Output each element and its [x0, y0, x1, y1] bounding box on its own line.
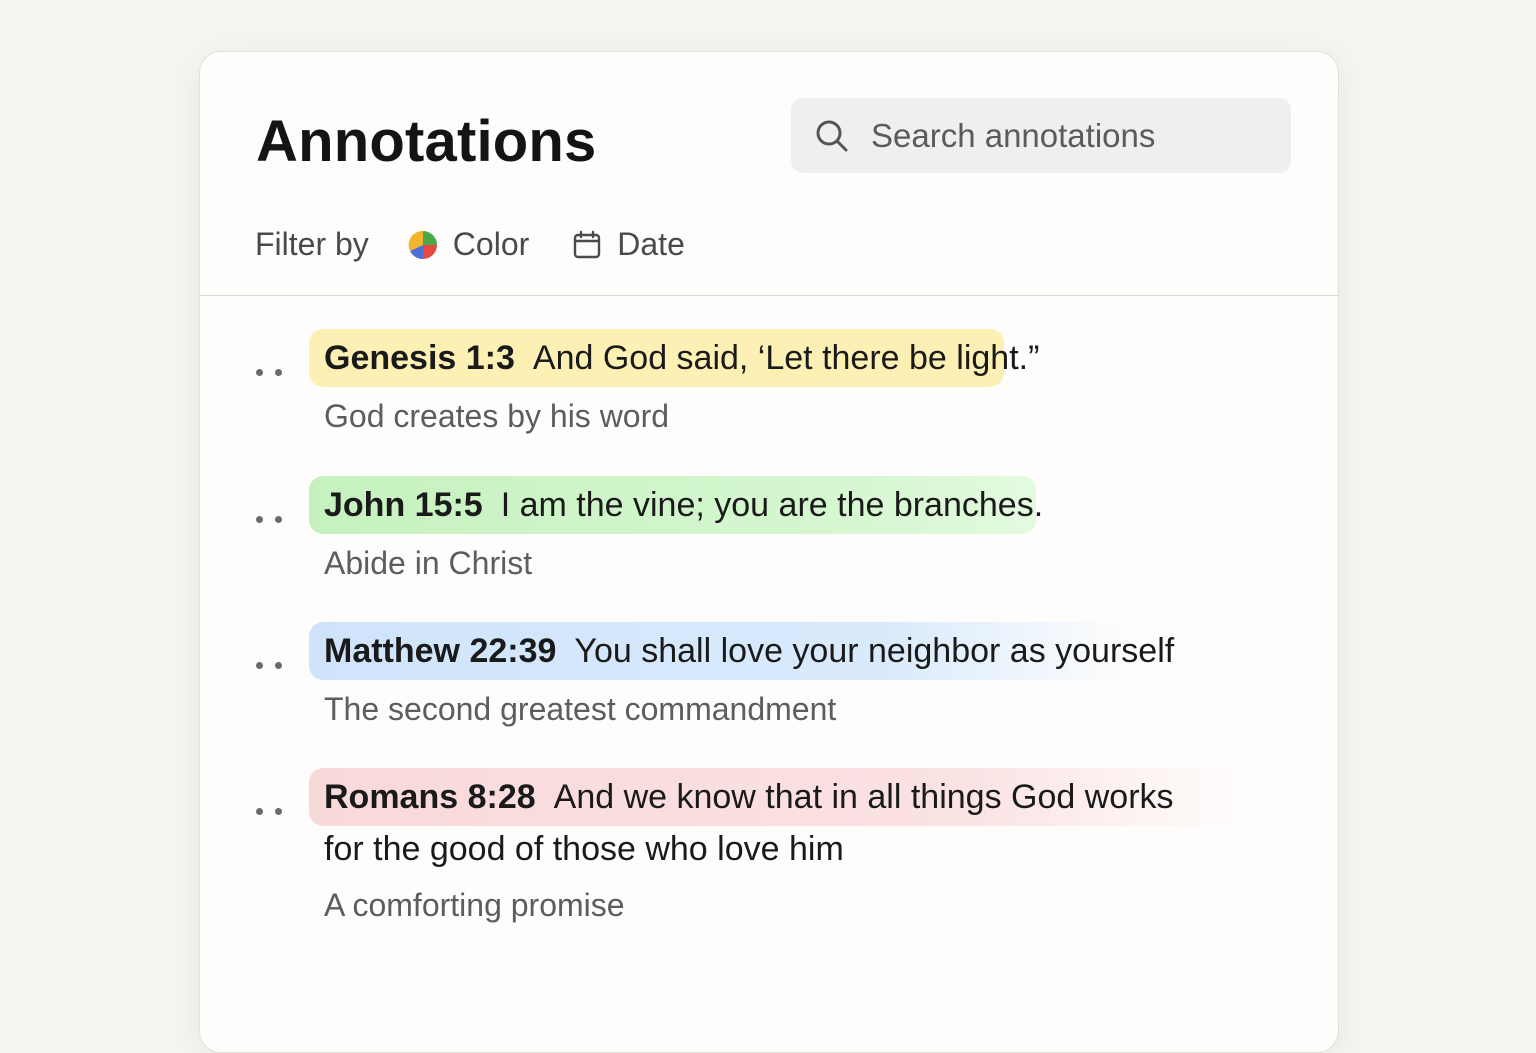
filter-color-label: Color [452, 226, 530, 262]
page-title: Annotations [256, 109, 597, 174]
verse-content: You shall love your neighbor as yourself [574, 632, 1175, 670]
verse-content: And we know that in all things God works [553, 778, 1174, 816]
panel-header: Annotations Filter by [200, 52, 1338, 296]
search-box[interactable] [791, 98, 1291, 173]
verse-text: Romans 8:28 And we know that in all thing… [324, 777, 1174, 817]
drag-handle-icon[interactable] [256, 808, 282, 818]
filter-date-button[interactable]: Date [571, 226, 685, 263]
verse-text: Genesis 1:3 And God said, ‘Let there be l… [324, 338, 1039, 378]
annotation-note: God creates by his word [324, 398, 670, 434]
verse-content: I am the vine; you are the branches. [500, 486, 1044, 524]
verse-content-continued: for the good of those who love him [324, 830, 844, 868]
color-wheel-icon [407, 229, 439, 261]
verse-reference: John 15:5 [324, 486, 483, 524]
search-icon [815, 119, 849, 153]
annotations-panel: Annotations Filter by [199, 51, 1339, 1053]
verse-reference: Romans 8:28 [324, 778, 536, 816]
search-input[interactable] [871, 116, 1271, 155]
filter-bar: Filter by Color Date [255, 226, 727, 263]
drag-handle-icon[interactable] [256, 516, 282, 526]
drag-handle-icon[interactable] [256, 662, 282, 672]
verse-text: Matthew 22:39 You shall love your neighbo… [324, 631, 1174, 671]
verse-text: John 15:5 I am the vine; you are the bran… [324, 485, 1043, 525]
filter-date-label: Date [617, 226, 685, 262]
annotation-note: The second greatest commandment [324, 691, 837, 727]
filter-label: Filter by [255, 226, 369, 262]
drag-handle-icon[interactable] [256, 369, 282, 379]
verse-reference: Matthew 22:39 [324, 632, 557, 670]
calendar-icon [571, 229, 603, 261]
verse-content: And God said, ‘Let there be light.” [532, 339, 1040, 377]
verse-reference: Genesis 1:3 [324, 339, 515, 377]
filter-color-button[interactable]: Color [407, 226, 529, 263]
annotation-note: Abide in Christ [324, 545, 533, 581]
annotation-note: A comforting promise [324, 887, 625, 923]
